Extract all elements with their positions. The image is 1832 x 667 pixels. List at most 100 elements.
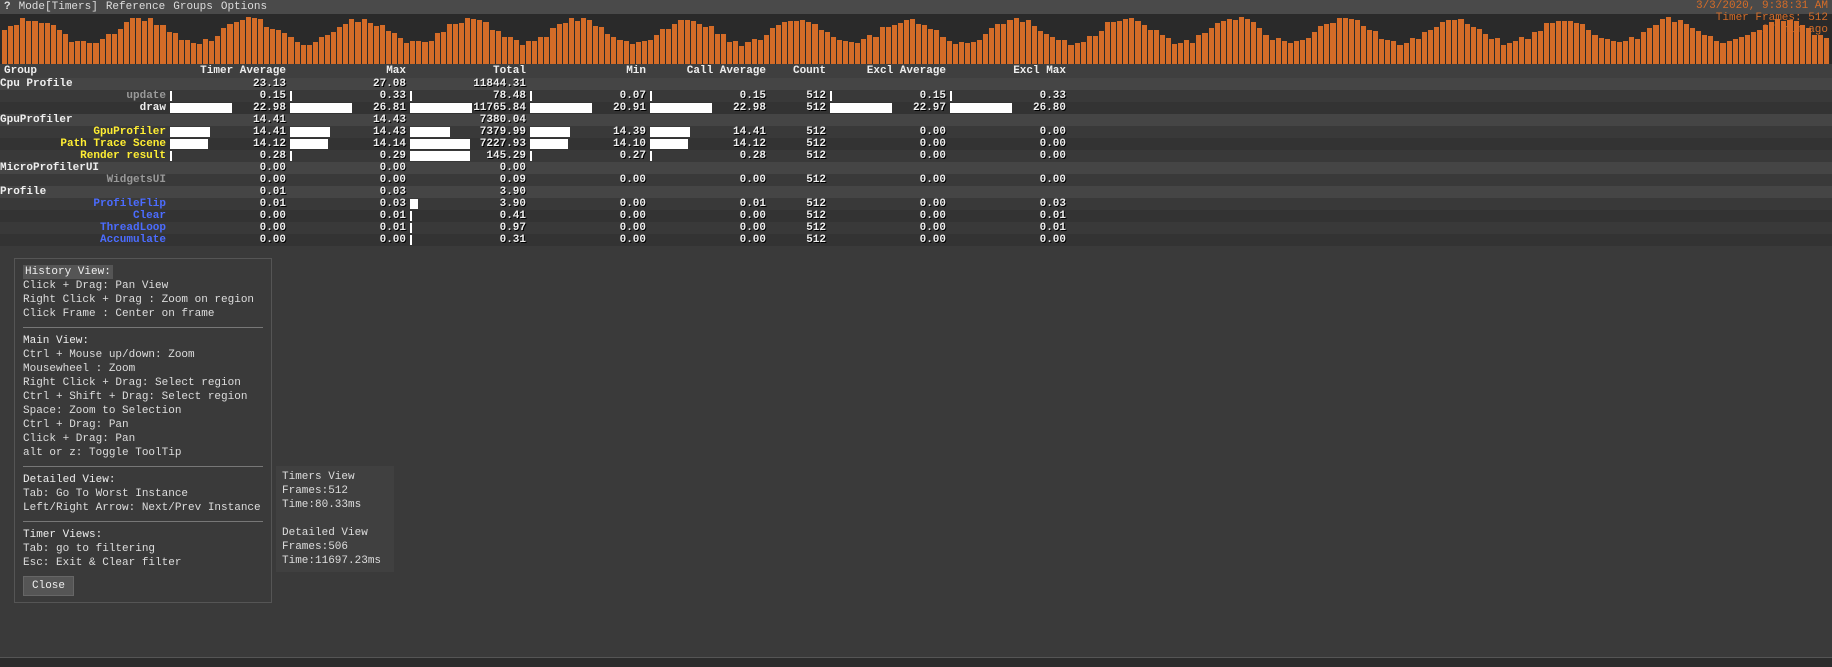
- frame-bar[interactable]: [1465, 24, 1470, 64]
- frame-bar[interactable]: [1154, 30, 1159, 64]
- frame-bar[interactable]: [404, 43, 409, 64]
- frame-bar[interactable]: [1050, 37, 1055, 64]
- frame-bar[interactable]: [1129, 18, 1134, 64]
- frame-bar[interactable]: [1635, 39, 1640, 64]
- frame-bar[interactable]: [819, 30, 824, 64]
- frame-bar[interactable]: [1239, 17, 1244, 64]
- frame-bar[interactable]: [685, 20, 690, 64]
- frame-bar[interactable]: [1452, 20, 1457, 64]
- frame-bar[interactable]: [1672, 22, 1677, 64]
- frame-bar[interactable]: [1172, 44, 1177, 64]
- frame-bar[interactable]: [1312, 32, 1317, 64]
- frame-bar[interactable]: [282, 33, 287, 64]
- frame-bar[interactable]: [721, 34, 726, 64]
- frame-bar[interactable]: [1373, 31, 1378, 64]
- frame-bar[interactable]: [1270, 40, 1275, 64]
- frame-bar[interactable]: [989, 28, 994, 64]
- frame-bar[interactable]: [1404, 43, 1409, 64]
- frame-bar[interactable]: [947, 41, 952, 64]
- frame-bar[interactable]: [1708, 36, 1713, 64]
- frame-bar[interactable]: [1068, 45, 1073, 64]
- frame-bar[interactable]: [1574, 23, 1579, 64]
- frame-bar[interactable]: [453, 24, 458, 64]
- frame-bar[interactable]: [1458, 19, 1463, 64]
- frame-bar[interactable]: [1349, 19, 1354, 64]
- frame-bar[interactable]: [1538, 31, 1543, 64]
- frame-bar[interactable]: [1081, 42, 1086, 64]
- frame-bar[interactable]: [209, 41, 214, 64]
- frame-bar[interactable]: [1501, 45, 1506, 64]
- frame-bar[interactable]: [880, 27, 885, 64]
- frame-bar[interactable]: [550, 28, 555, 64]
- close-button[interactable]: Close: [23, 576, 74, 596]
- frame-bar[interactable]: [953, 44, 958, 64]
- menu-groups[interactable]: Groups: [173, 1, 213, 13]
- frame-bar[interactable]: [1727, 41, 1732, 64]
- frame-bar[interactable]: [563, 23, 568, 64]
- frame-bar[interactable]: [1410, 38, 1415, 64]
- frame-bar[interactable]: [130, 18, 135, 64]
- frame-bar[interactable]: [617, 40, 622, 64]
- frame-bar[interactable]: [514, 40, 519, 64]
- frame-bar[interactable]: [295, 42, 300, 64]
- frame-bar[interactable]: [270, 29, 275, 64]
- frame-bar[interactable]: [307, 45, 312, 64]
- frame-bar[interactable]: [1818, 35, 1823, 64]
- timer-row[interactable]: draw22.9826.8111765.8420.9122.9851222.97…: [0, 102, 1832, 114]
- frame-bar[interactable]: [368, 23, 373, 64]
- frame-bar[interactable]: [971, 42, 976, 64]
- frame-bar[interactable]: [185, 40, 190, 64]
- frame-bar[interactable]: [106, 34, 111, 64]
- frame-bar[interactable]: [1093, 36, 1098, 64]
- frame-bar[interactable]: [1111, 22, 1116, 64]
- frame-bar[interactable]: [1629, 37, 1634, 64]
- frame-bar[interactable]: [508, 37, 513, 64]
- frame-bar[interactable]: [441, 32, 446, 64]
- frame-bar[interactable]: [325, 35, 330, 64]
- frame-bar[interactable]: [1087, 36, 1092, 64]
- frame-bar[interactable]: [1245, 19, 1250, 64]
- frame-bar[interactable]: [1209, 28, 1214, 64]
- frame-bar[interactable]: [465, 18, 470, 64]
- frame-bar[interactable]: [605, 34, 610, 64]
- frame-bar[interactable]: [1653, 25, 1658, 64]
- frame-bar[interactable]: [1599, 38, 1604, 64]
- frame-bar[interactable]: [1617, 42, 1622, 64]
- frame-history[interactable]: [0, 14, 1832, 64]
- frame-bar[interactable]: [538, 37, 543, 64]
- frame-bar[interactable]: [867, 35, 872, 64]
- frame-bar[interactable]: [69, 42, 74, 64]
- frame-bar[interactable]: [337, 27, 342, 64]
- frame-bar[interactable]: [57, 30, 62, 64]
- frame-bar[interactable]: [221, 28, 226, 64]
- frame-bar[interactable]: [1720, 43, 1725, 64]
- frame-bar[interactable]: [1702, 35, 1707, 64]
- frame-bar[interactable]: [1391, 41, 1396, 64]
- frame-bar[interactable]: [752, 39, 757, 64]
- frame-bar[interactable]: [1507, 43, 1512, 64]
- frame-bar[interactable]: [648, 40, 653, 64]
- frame-bar[interactable]: [1592, 35, 1597, 64]
- frame-bar[interactable]: [1056, 40, 1061, 64]
- frame-bar[interactable]: [227, 24, 232, 64]
- frame-bar[interactable]: [1440, 22, 1445, 64]
- frame-bar[interactable]: [1148, 30, 1153, 64]
- frame-bar[interactable]: [392, 33, 397, 64]
- frame-bar[interactable]: [422, 42, 427, 64]
- frame-bar[interactable]: [587, 20, 592, 64]
- menu-reference[interactable]: Reference: [106, 1, 165, 13]
- frame-bar[interactable]: [916, 24, 921, 64]
- menu-mode[interactable]: Mode[Timers]: [19, 1, 98, 13]
- frame-bar[interactable]: [745, 42, 750, 64]
- frame-bar[interactable]: [922, 25, 927, 64]
- frame-bar[interactable]: [374, 26, 379, 64]
- frame-bar[interactable]: [965, 43, 970, 64]
- frame-bar[interactable]: [398, 38, 403, 64]
- frame-bar[interactable]: [843, 41, 848, 64]
- frame-bar[interactable]: [1385, 40, 1390, 64]
- frame-bar[interactable]: [1282, 41, 1287, 64]
- frame-bar[interactable]: [1099, 31, 1104, 64]
- frame-bar[interactable]: [1105, 22, 1110, 64]
- frame-bar[interactable]: [1184, 40, 1189, 64]
- frame-bar[interactable]: [459, 23, 464, 64]
